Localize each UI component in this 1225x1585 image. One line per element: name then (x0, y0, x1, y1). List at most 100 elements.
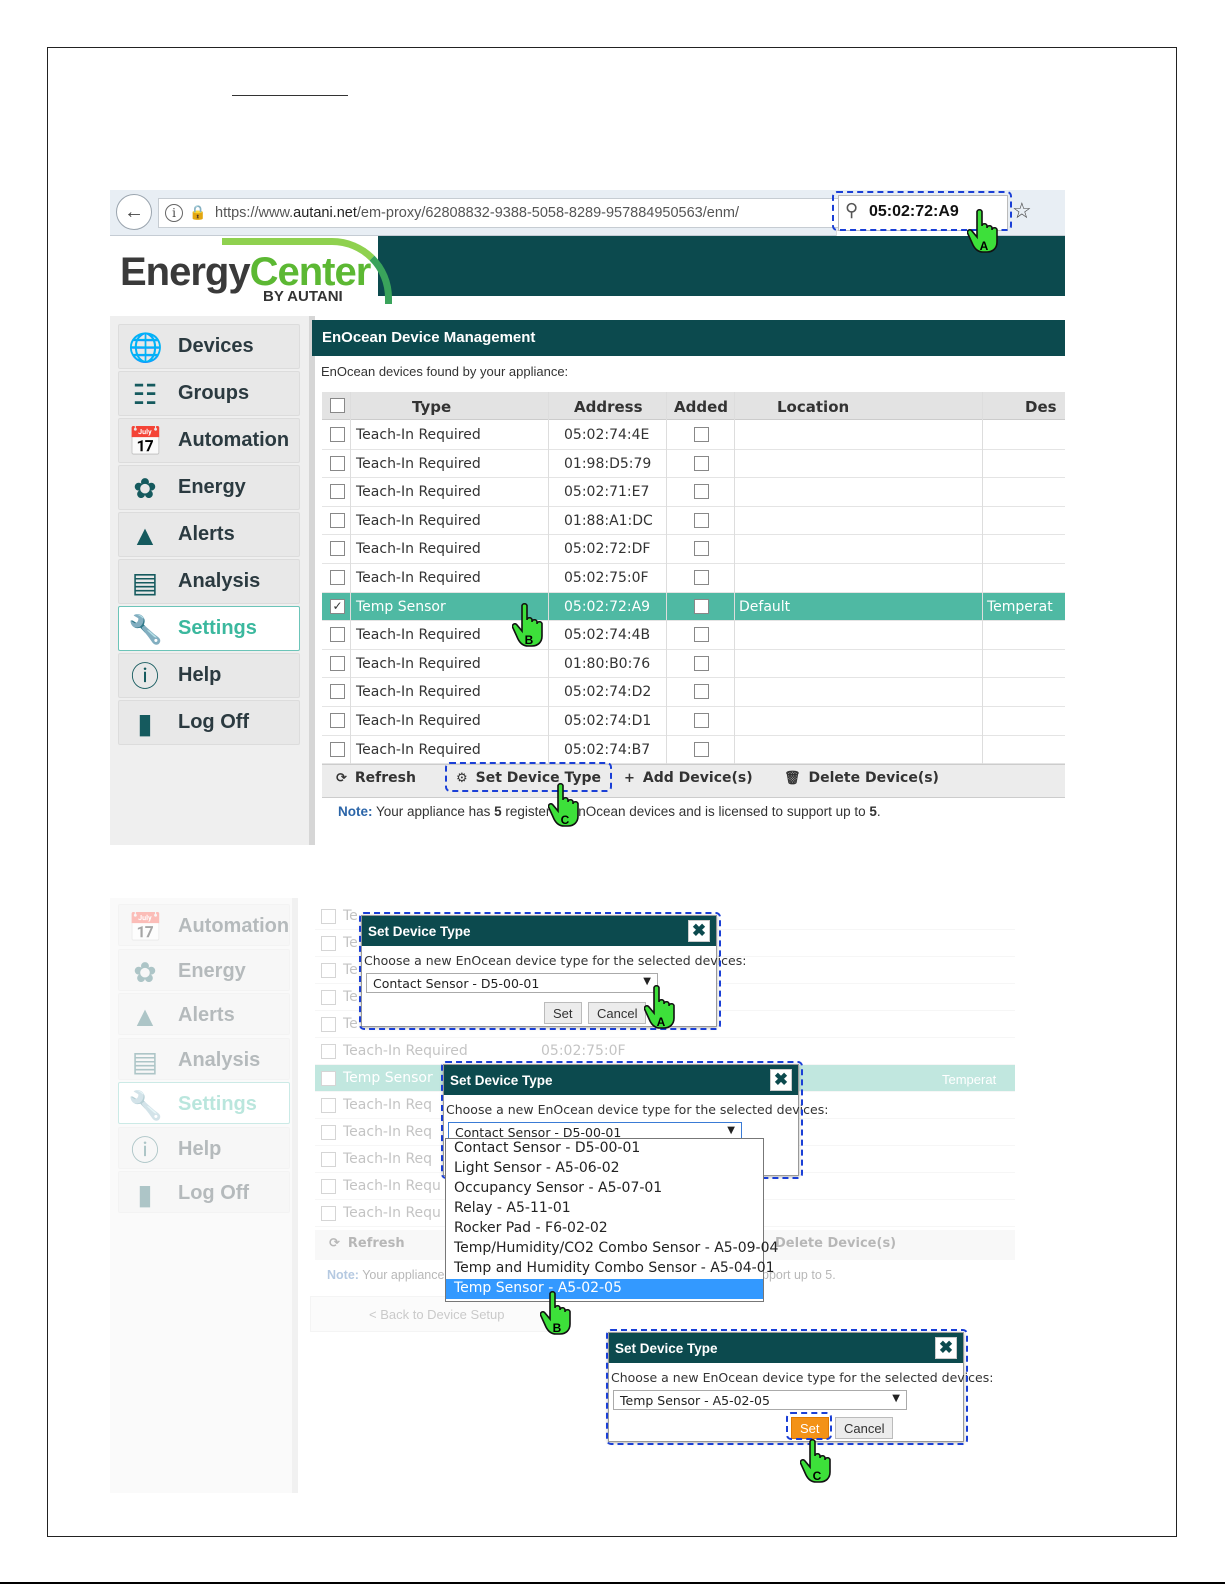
sidebar-item-energy[interactable]: ✿ Energy (118, 948, 290, 991)
table-row[interactable]: Teach-In Required 01:80:B0:76 (322, 649, 1065, 679)
row-checkbox[interactable] (321, 963, 336, 978)
sidebar-item-automation[interactable]: 📅 Automation (118, 418, 300, 463)
delete-devices-button[interactable]: 🗑 Delete Device(s) (784, 770, 939, 794)
row-checkbox[interactable] (321, 1152, 336, 1167)
added-checkbox[interactable] (694, 512, 709, 528)
callout-label-a: A (980, 239, 989, 253)
row-checkbox[interactable] (330, 684, 345, 700)
address-bar[interactable]: i 🔒 https://www.autani.net/em-proxy/6280… (158, 198, 913, 228)
added-checkbox[interactable] (694, 684, 709, 700)
row-checkbox[interactable] (330, 655, 345, 671)
table-row[interactable]: ✓ Temp Sensor 05:02:72:A9 Default Temperat (322, 592, 1065, 622)
sidebar-item-settings[interactable]: 🔧 Settings (118, 1082, 290, 1124)
added-checkbox[interactable] (694, 627, 709, 643)
row-checkbox[interactable] (330, 455, 345, 471)
license-note: Note: Your appliance has 5 registered En… (338, 804, 881, 819)
dropdown-option[interactable]: Occupancy Sensor - A5-07-01 (446, 1179, 763, 1199)
cell-type: Teach-In Required (356, 627, 481, 644)
row-checkbox[interactable] (321, 1206, 336, 1221)
refresh-button[interactable]: ⟳ Refresh (336, 770, 416, 794)
row-checkbox[interactable]: ✓ (330, 598, 345, 614)
row-checkbox[interactable] (330, 512, 345, 528)
added-checkbox[interactable] (694, 655, 709, 671)
dropdown-option[interactable]: Temp and Humidity Combo Sensor - A5-04-0… (446, 1259, 775, 1279)
tools-icon: 🔧 (128, 614, 163, 645)
sidebar-item-devices[interactable]: 🌐 Devices (118, 324, 300, 369)
row-checkbox[interactable] (330, 484, 345, 500)
row-checkbox[interactable] (321, 1125, 336, 1140)
sidebar-item-alerts[interactable]: ▲ Alerts (118, 993, 290, 1035)
select-all-checkbox[interactable] (330, 398, 345, 413)
table-row[interactable]: Teach-In Required 05:02:74:4B (322, 621, 1065, 650)
row-checkbox[interactable] (321, 1179, 336, 1194)
table-row[interactable]: Teach-In Required 05:02:74:D1 (322, 707, 1065, 736)
refresh-button[interactable]: ⟳ Refresh (329, 1236, 405, 1260)
table-row[interactable]: Teach-In Required 05:02:74:B7 (322, 735, 1065, 765)
dropdown-option[interactable]: Contact Sensor - D5-00-01 (446, 1139, 763, 1159)
delete-devices-button[interactable]: Delete Device(s) (775, 1236, 896, 1260)
table-row[interactable]: Teach-In Required 05:02:74:4E (322, 421, 1065, 450)
table-row[interactable]: Teach-In Required 05:02:72:DF (322, 535, 1065, 564)
row-checkbox[interactable] (321, 909, 336, 924)
sidebar-item-analysis[interactable]: ▤ Analysis (118, 559, 300, 604)
header-band (378, 236, 1065, 296)
row-checkbox[interactable] (321, 990, 336, 1005)
row-checkbox[interactable] (330, 570, 345, 585)
sidebar-item-log-off[interactable]: ▮ Log Off (118, 1171, 290, 1213)
dropdown-option[interactable]: Temp/Humidity/CO2 Combo Sensor - A5-09-0… (446, 1239, 778, 1259)
added-checkbox[interactable] (694, 741, 709, 757)
sidebar-item-help[interactable]: ⓘ Help (118, 653, 300, 698)
sidebar-item-groups[interactable]: ☷ Groups (118, 371, 300, 416)
col-address[interactable]: Address (574, 398, 643, 416)
row-checkbox[interactable] (330, 541, 345, 557)
sidebar-item-label: Alerts (178, 1004, 235, 1026)
row-checkbox[interactable] (321, 1098, 336, 1113)
bookmark-star-icon[interactable]: ☆ (1012, 198, 1032, 224)
row-checkbox[interactable] (321, 1017, 336, 1032)
added-checkbox[interactable] (694, 484, 709, 500)
row-checkbox[interactable] (321, 936, 336, 951)
table-row[interactable]: Teach-In Required 01:88:A1:DC (322, 506, 1065, 536)
added-checkbox[interactable] (694, 713, 709, 728)
row-checkbox[interactable] (321, 1071, 336, 1086)
table-row[interactable]: Teach-In Required 01:98:D5:79 (322, 449, 1065, 479)
added-checkbox[interactable] (694, 598, 709, 614)
col-type[interactable]: Type (412, 398, 451, 416)
table-row[interactable]: Teach-In Required 05:02:74:D2 (322, 678, 1065, 707)
dropdown-option[interactable]: Relay - A5-11-01 (446, 1199, 763, 1219)
row-checkbox[interactable] (330, 713, 345, 728)
col-description[interactable]: Des (1025, 398, 1057, 416)
row-checkbox[interactable] (330, 741, 345, 757)
added-checkbox[interactable] (694, 455, 709, 471)
info-icon[interactable]: i (165, 204, 183, 222)
selected-description: Temperat (942, 1072, 997, 1087)
add-devices-button[interactable]: + Add Device(s) (624, 770, 753, 794)
device-type-options: Contact Sensor - D5-00-01 Light Sensor - … (445, 1138, 778, 1302)
table-row[interactable]: Teach-In Required 05:02:75:0F (322, 564, 1065, 593)
back-arrow-icon[interactable]: ← (116, 194, 152, 230)
sidebar-item-log-off[interactable]: ▮ Log Off (118, 700, 300, 745)
sidebar-item-settings[interactable]: 🔧 Settings (118, 606, 300, 651)
callout-label-c: C (813, 1469, 822, 1483)
sidebar-item-automation[interactable]: 📅 Automation (118, 904, 290, 946)
col-added[interactable]: Added (674, 398, 728, 416)
sidebar-item-alerts[interactable]: ▲ Alerts (118, 512, 300, 557)
sidebar-item-label: Analysis (178, 1048, 261, 1071)
added-checkbox[interactable] (694, 427, 709, 442)
row-checkbox[interactable] (321, 1044, 336, 1059)
col-location[interactable]: Location (777, 398, 849, 416)
dropdown-option[interactable]: Light Sensor - A5-06-02 (446, 1159, 763, 1179)
footer-rule (0, 1582, 1225, 1584)
sidebar-item-analysis[interactable]: ▤ Analysis (118, 1037, 290, 1080)
row-checkbox[interactable] (330, 627, 345, 643)
dropdown-option[interactable]: Temp Sensor - A5-02-05 (446, 1279, 763, 1299)
row-checkbox[interactable] (330, 427, 345, 442)
sidebar-item-help[interactable]: ⓘ Help (118, 1126, 290, 1169)
table-row[interactable]: Teach-In Required 05:02:71:E7 (322, 478, 1065, 507)
cell-address: 05:02:72:A9 (564, 598, 651, 615)
added-checkbox[interactable] (694, 570, 709, 585)
sidebar-item-energy[interactable]: ✿ Energy (118, 465, 300, 510)
added-checkbox[interactable] (694, 541, 709, 557)
dropdown-option[interactable]: Rocker Pad - F6-02-02 (446, 1219, 763, 1239)
panel-title: EnOcean Device Management (312, 320, 1065, 356)
